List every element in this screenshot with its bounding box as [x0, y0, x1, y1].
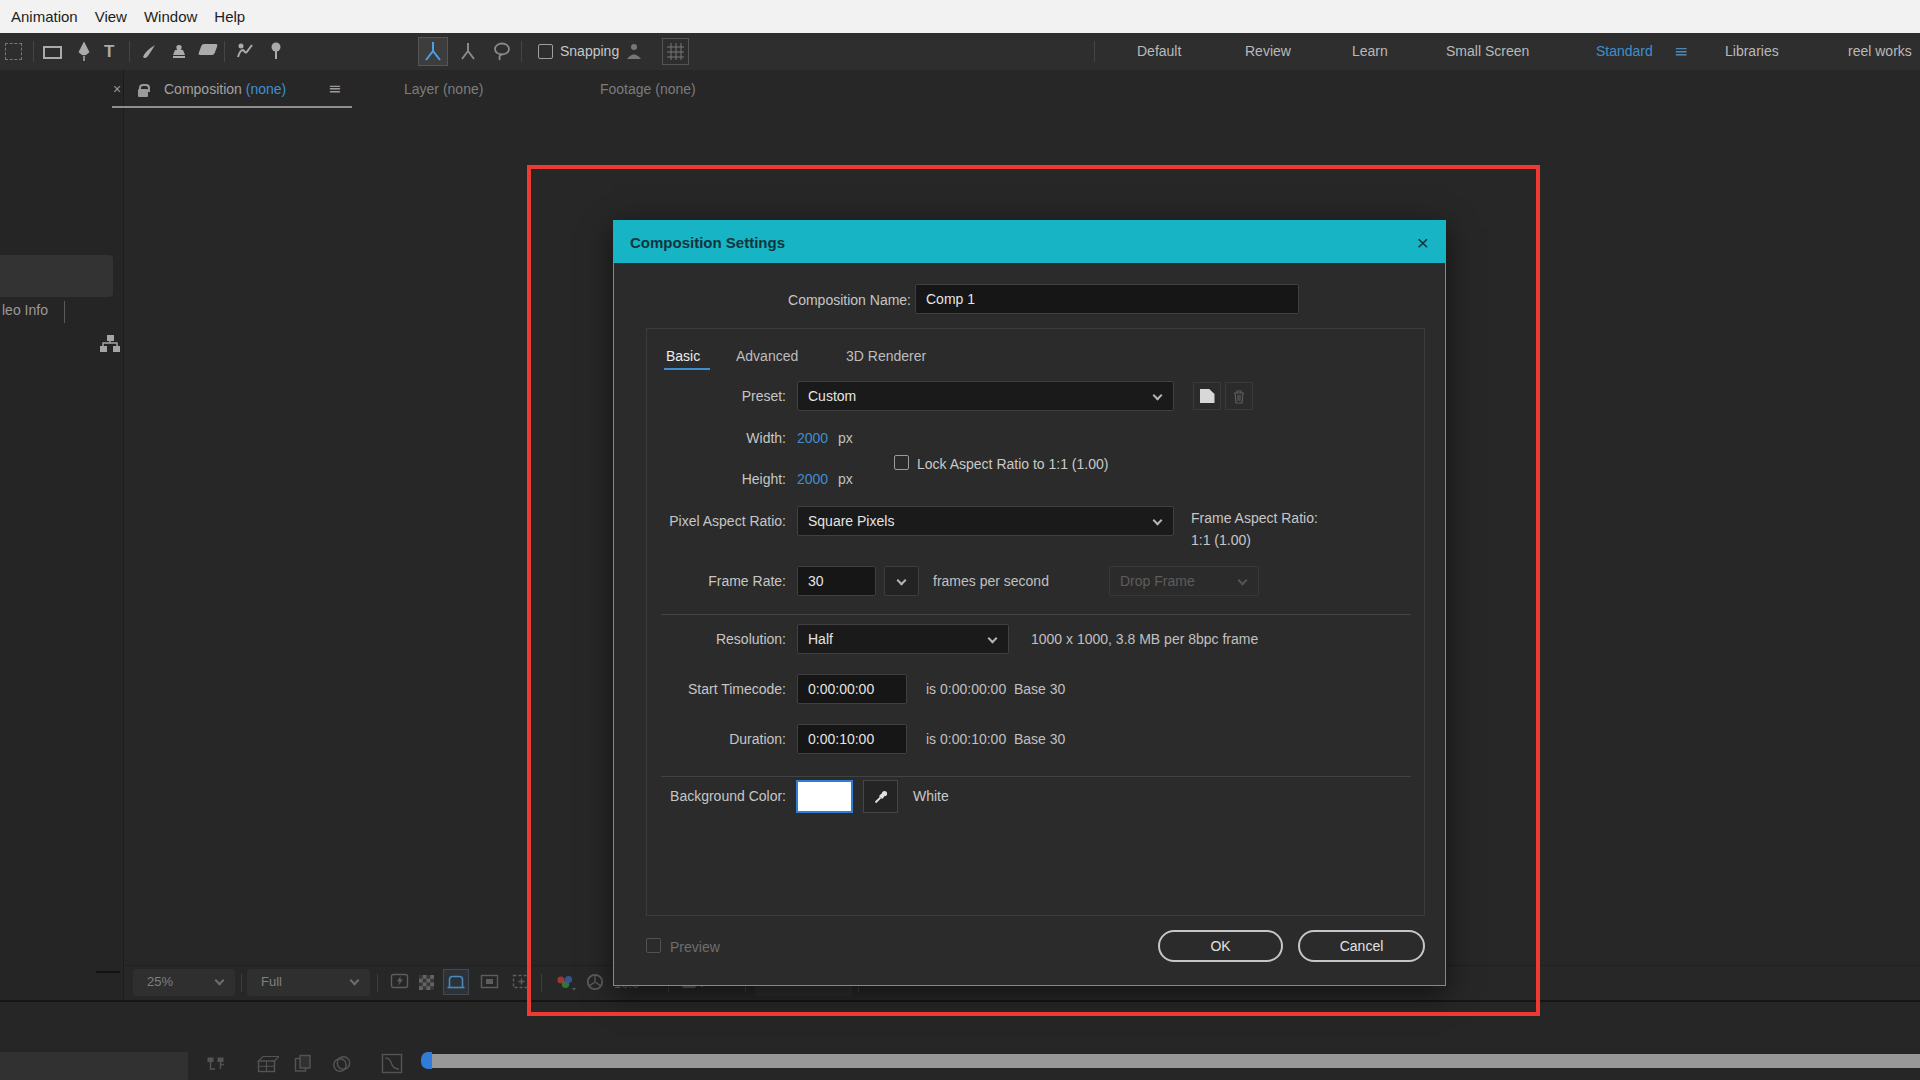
composition-none-value: (none)	[246, 81, 286, 97]
rectangle-tool-icon[interactable]	[43, 46, 62, 59]
clone-stamp-tool-icon[interactable]	[170, 42, 188, 64]
resolution-dropdown[interactable]: Full	[247, 969, 370, 996]
workspace-tab-libraries[interactable]: Libraries	[1725, 33, 1779, 70]
pen-tool-icon[interactable]	[76, 42, 92, 66]
timeline-field[interactable]	[0, 1052, 188, 1080]
workspace-tab-small-screen[interactable]: Small Screen	[1446, 33, 1529, 70]
playhead[interactable]	[421, 1052, 432, 1069]
snapping-label: Snapping	[560, 33, 619, 70]
tool-bar: T Snapping Default Review Learn Small Sc…	[0, 33, 1920, 70]
workspace-tab-learn[interactable]: Learn	[1352, 33, 1388, 70]
menu-view[interactable]: View	[95, 8, 127, 25]
workspace-menu-icon[interactable]: ≡	[1674, 33, 1688, 70]
panel-menu-icon[interactable]: ≡	[328, 79, 341, 98]
eraser-tool-icon[interactable]	[198, 44, 218, 55]
grid-icon[interactable]	[662, 38, 689, 65]
axis-mode-local-icon[interactable]	[418, 37, 448, 66]
roto-brush-tool-icon[interactable]	[234, 41, 254, 65]
puppet-pin-tool-icon[interactable]	[268, 41, 284, 65]
motion-blur-icon[interactable]	[331, 1054, 354, 1079]
close-tab-icon[interactable]: ×	[113, 81, 121, 97]
tab-footage[interactable]: Footage (none)	[600, 81, 696, 97]
brush-tool-icon[interactable]	[140, 42, 158, 64]
home-icon[interactable]	[5, 43, 22, 60]
lasso-icon[interactable]	[492, 42, 512, 66]
menu-animation[interactable]: Animation	[11, 8, 78, 25]
frame-blending-icon[interactable]	[292, 1053, 315, 1079]
lock-icon[interactable]	[138, 82, 148, 97]
comp-flowchart-icon[interactable]	[206, 1054, 229, 1079]
draft-3d-icon[interactable]	[256, 1054, 279, 1079]
snapping-checkbox[interactable]	[538, 44, 553, 59]
workspace-tab-default[interactable]: Default	[1137, 33, 1181, 70]
workspace-tab-review[interactable]: Review	[1245, 33, 1291, 70]
graph-editor-icon[interactable]	[381, 1053, 404, 1079]
type-tool-icon[interactable]: T	[104, 42, 114, 62]
workspace-tab-standard[interactable]: Standard	[1596, 33, 1653, 70]
region-of-interest-icon[interactable]	[443, 969, 469, 995]
after-effects-window: Animation View Window Help T Snapping De…	[0, 0, 1920, 1080]
panel-button[interactable]	[0, 255, 113, 297]
flowchart-icon[interactable]	[98, 332, 122, 360]
left-panel: leo Info	[0, 70, 124, 1000]
person-icon[interactable]	[624, 42, 644, 66]
tab-composition[interactable]: Composition (none)	[164, 81, 286, 97]
workspace-tab-reel-works[interactable]: reel works	[1848, 33, 1912, 70]
info-panel-tab[interactable]: leo Info	[2, 302, 48, 318]
menu-help[interactable]: Help	[214, 8, 245, 25]
axis-mode-world-icon[interactable]	[457, 41, 479, 67]
guides-icon[interactable]	[479, 972, 500, 995]
zoom-dropdown[interactable]: 25%	[133, 969, 235, 996]
transparency-grid-icon[interactable]	[419, 975, 434, 990]
menu-window[interactable]: Window	[144, 8, 197, 25]
annotation-rectangle	[527, 165, 1540, 1016]
menu-bar: Animation View Window Help	[0, 0, 1920, 33]
snapshot-icon[interactable]	[390, 972, 411, 995]
timeline-scrollbar[interactable]	[432, 1054, 1920, 1068]
active-tab-underline	[112, 106, 352, 108]
tab-layer[interactable]: Layer (none)	[404, 81, 483, 97]
